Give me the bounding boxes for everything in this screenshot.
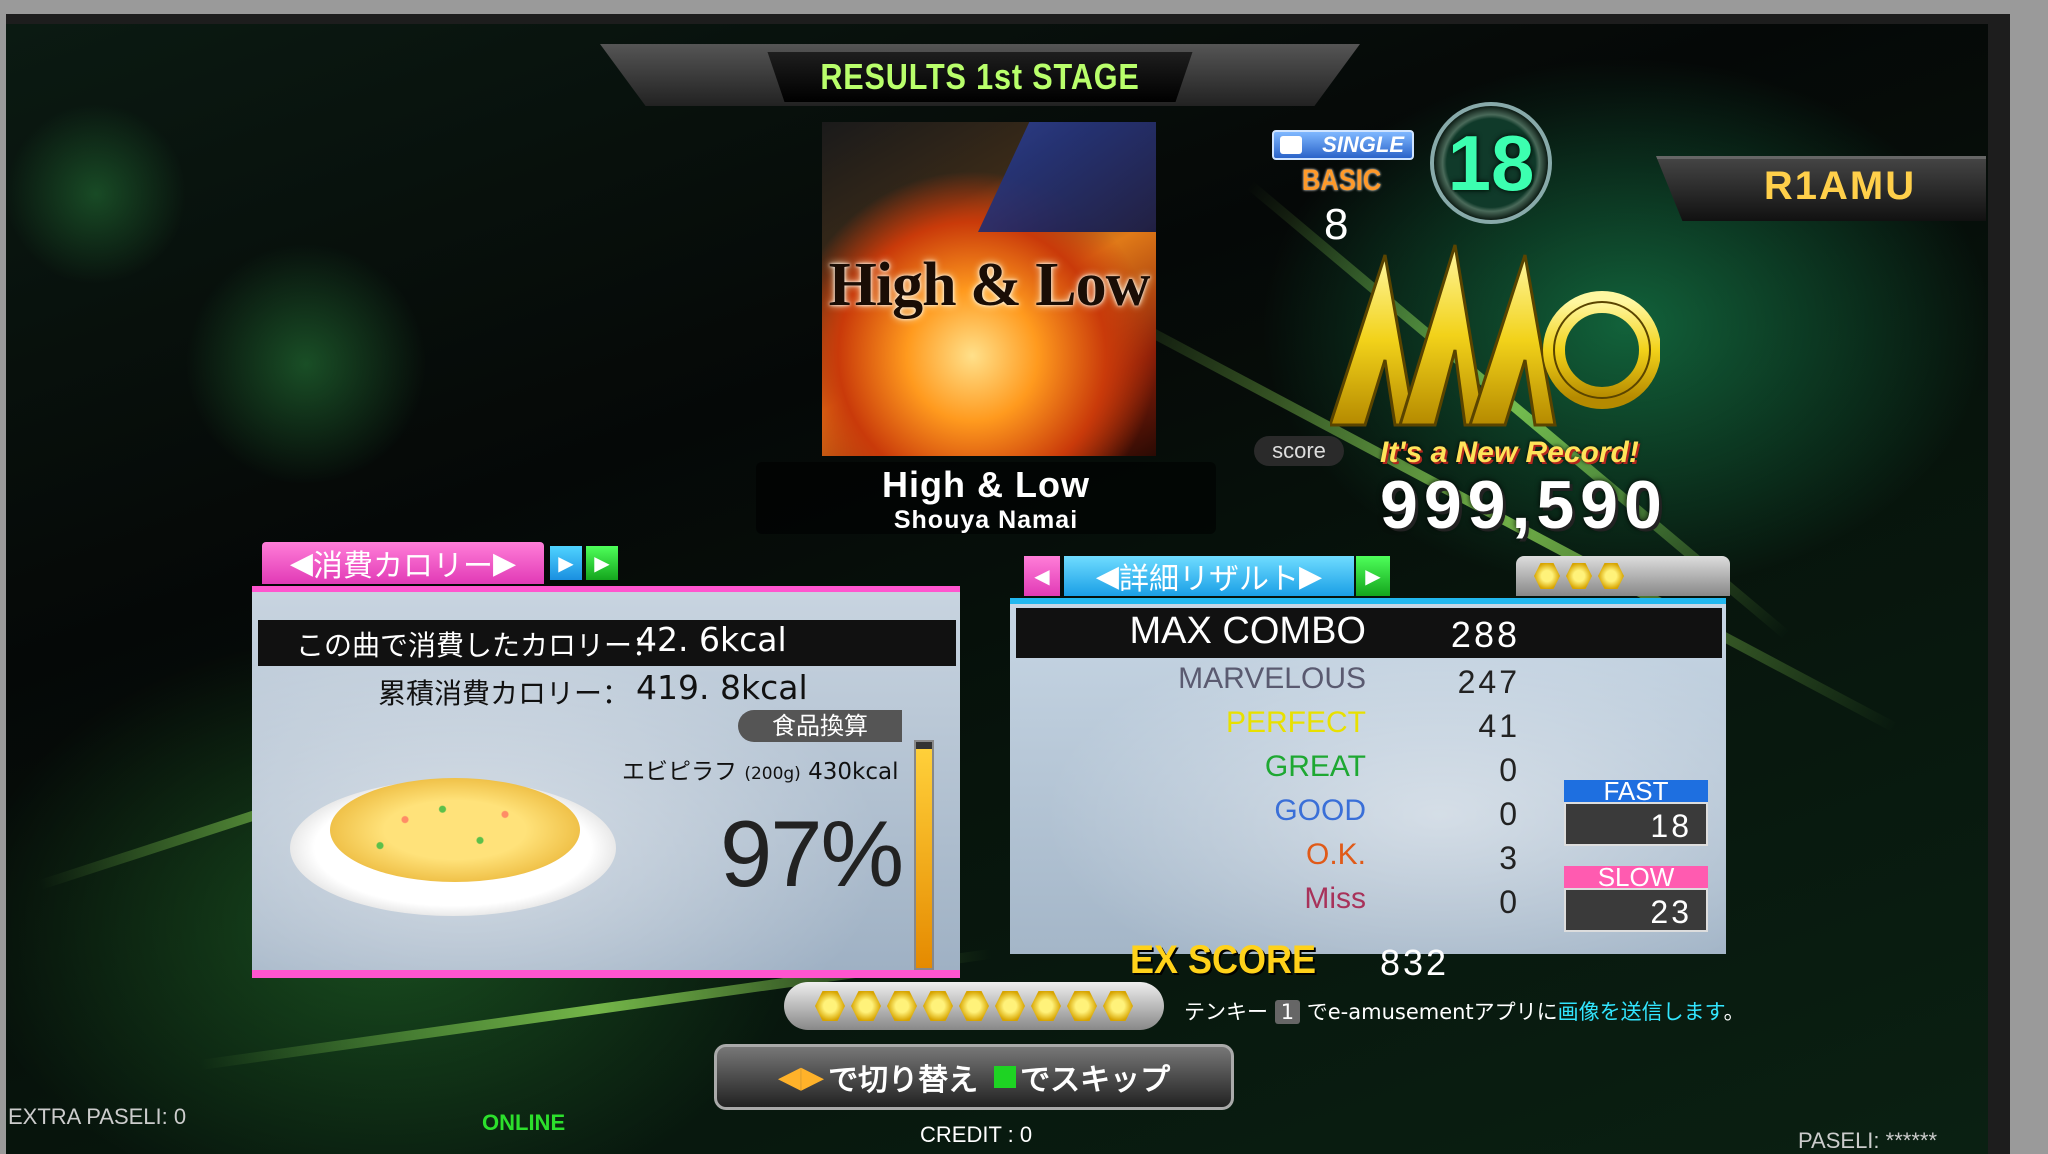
slow-label: SLOW	[1564, 864, 1708, 890]
star-icon	[1566, 563, 1592, 589]
gem-icon	[1103, 991, 1133, 1021]
gem-icon	[995, 991, 1025, 1021]
extra-paseli: EXTRA PASELI: 0	[8, 1104, 187, 1129]
song-jacket: High & Low	[822, 122, 1156, 456]
hint-prefix: テンキー	[1184, 1000, 1268, 1024]
detail-next-arrow-icon[interactable]: ▶	[1356, 556, 1390, 596]
judgment-label: MARVELOUS	[1178, 662, 1366, 695]
tab-left-arrow-icon: ◀	[1095, 558, 1119, 594]
fast-label: FAST	[1564, 778, 1708, 804]
judgment-label: O.K.	[1305, 838, 1366, 871]
max-combo-value: 288	[1450, 614, 1520, 655]
difficulty-stars	[1516, 556, 1730, 596]
tab-calorie[interactable]: ◀ 消費カロリー ▶	[262, 542, 544, 584]
judgment-value: 0	[1499, 884, 1520, 920]
hint-highlight: 画像を送信します	[1557, 1000, 1724, 1024]
gem-icon	[887, 991, 917, 1021]
max-combo-label: MAX COMBO	[1129, 610, 1366, 652]
hint-middle: でe-amusementアプリに	[1306, 1000, 1558, 1024]
green-button-icon	[994, 1066, 1017, 1088]
stage-title: RESULTS 1st STAGE	[767, 52, 1193, 102]
calorie-tab-nav: ▶ ▶	[550, 546, 618, 580]
calorie-gauge	[914, 740, 934, 970]
fast-value: 18	[1564, 802, 1708, 846]
tab-detail-label: 詳細リザルト	[1119, 562, 1299, 597]
pad-icon	[1280, 136, 1302, 154]
play-style-label: SINGLE	[1322, 132, 1404, 157]
difficulty-level: 18	[1430, 102, 1552, 224]
judgment-label: GREAT	[1264, 750, 1366, 783]
food-kcal: 430kcal	[808, 759, 899, 785]
judgment-label: Miss	[1304, 882, 1366, 915]
controls-bar: ◀▶ で切り替え でスキップ	[714, 1044, 1234, 1110]
switch-label: で切り替え	[828, 1063, 979, 1098]
skip-label: でスキップ	[1020, 1063, 1171, 1098]
slow-box: SLOW 23	[1564, 864, 1708, 934]
paseli: PASELI: ******	[1798, 1128, 1938, 1153]
gem-icon	[1067, 991, 1097, 1021]
gem-icon	[1031, 991, 1061, 1021]
credit: CREDIT : 0	[920, 1122, 1033, 1147]
detail-prev-arrow-icon[interactable]: ◀	[1024, 556, 1060, 596]
hint-key: 1	[1274, 1000, 1301, 1024]
ex-score-value: 832	[1380, 942, 1450, 983]
judgment-value: 247	[1457, 664, 1520, 700]
fast-box: FAST 18	[1564, 778, 1708, 848]
tab-left-arrow-icon: ◀	[289, 545, 313, 581]
song-artist: Shouya Namai	[893, 506, 1079, 534]
calorie-song-label: この曲で消費したカロリー：	[296, 629, 661, 662]
send-image-hint: テンキー 1 でe-amusementアプリに画像を送信します。	[1184, 996, 1745, 1026]
next-tab-arrow-icon[interactable]: ▶	[550, 546, 582, 580]
calorie-gauge-fill	[916, 748, 932, 968]
difficulty-name: BASIC	[1302, 164, 1382, 197]
new-record-label: It's a New Record!	[1380, 436, 1639, 469]
song-title: High & Low	[882, 464, 1090, 505]
judgment-value: 41	[1478, 708, 1520, 744]
calorie-total-label: 累積消費カロリー：	[378, 677, 631, 710]
judgment-value: 3	[1499, 840, 1520, 876]
food-name: エビピラフ	[622, 759, 737, 785]
left-right-arrows-icon: ◀▶	[777, 1059, 825, 1095]
online-status: ONLINE	[482, 1110, 566, 1135]
gem-icon	[923, 991, 953, 1021]
star-icon	[1598, 563, 1624, 589]
pilaf-image	[330, 778, 580, 882]
food-percent: 97%	[720, 801, 904, 906]
ex-score-label: EX SCORE	[1130, 938, 1317, 982]
judgment-value: 0	[1499, 796, 1520, 832]
jacket-art	[978, 122, 1156, 232]
gem-icon	[851, 991, 881, 1021]
tab-detail-result[interactable]: ◀ 詳細リザルト ▶	[1064, 556, 1354, 597]
tab-calorie-label: 消費カロリー	[313, 549, 493, 584]
tab-right-arrow-icon: ▶	[493, 545, 517, 581]
gem-icon	[959, 991, 989, 1021]
gem-bar	[784, 982, 1164, 1030]
judgment-value: 0	[1499, 752, 1520, 788]
jacket-title: High & Low	[828, 251, 1151, 319]
score-tag: score	[1254, 436, 1344, 466]
food-conversion-tag: 食品換算	[738, 710, 902, 742]
grade-aaa-icon	[1330, 244, 1660, 427]
confirm-arrow-icon[interactable]: ▶	[586, 546, 618, 580]
calorie-song-value: 42. 6kcal	[636, 620, 787, 659]
tab-right-arrow-icon: ▶	[1299, 558, 1323, 594]
slow-value: 23	[1564, 888, 1708, 932]
player-name: R1AMU	[1763, 164, 1917, 208]
food-name-line: エビピラフ (200g) 430kcal	[622, 752, 899, 786]
play-style-badge: SINGLE	[1272, 130, 1414, 160]
score-value: 999,590	[1380, 467, 1668, 543]
star-icon	[1534, 563, 1560, 589]
judgment-label: PERFECT	[1225, 706, 1366, 739]
judgment-label: GOOD	[1274, 794, 1366, 827]
food-weight: (200g)	[744, 764, 801, 784]
hint-suffix: 。	[1723, 1000, 1745, 1024]
gem-icon	[815, 991, 845, 1021]
calorie-total-value: 419. 8kcal	[636, 668, 808, 707]
